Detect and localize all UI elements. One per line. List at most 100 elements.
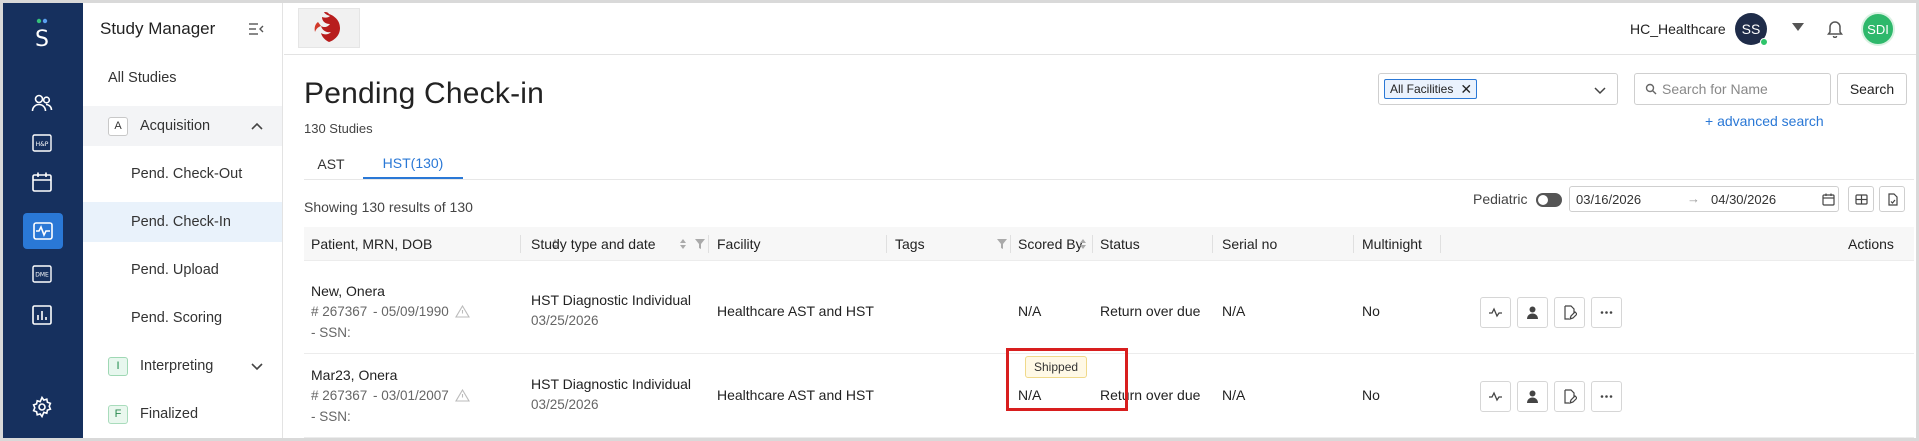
column-settings-button[interactable] (1848, 186, 1874, 212)
acquisition-badge: A (108, 116, 128, 136)
patient-name[interactable]: Mar23, Onera (311, 367, 397, 383)
patient-action-button[interactable] (1517, 381, 1548, 412)
col-actions: Actions (1848, 236, 1894, 252)
col-multinight[interactable]: Multinight (1362, 227, 1422, 261)
column-divider (1353, 235, 1354, 253)
pediatric-toggle[interactable] (1536, 193, 1562, 207)
tabs-divider (304, 179, 1914, 180)
waveform-action-button[interactable] (1480, 381, 1511, 412)
col-patient[interactable]: Patient, MRN, DOB (311, 227, 432, 261)
waveform-icon (1489, 391, 1502, 402)
nav-section-interpreting[interactable]: I Interpreting (83, 346, 282, 386)
calendar-icon[interactable] (1822, 193, 1835, 206)
study-date: 03/25/2026 (531, 397, 599, 412)
icon-rail: S H&P DME (3, 3, 83, 438)
nav-pend-scoring[interactable]: Pend. Scoring (83, 298, 282, 338)
table-row[interactable]: New, Onera # 267367 - 05/09/1990 - SSN: … (304, 271, 1914, 354)
dme-icon[interactable]: DME (27, 259, 57, 289)
table-header: Patient, MRN, DOB Study type and date Fa… (304, 227, 1914, 261)
highlight-annotation (1006, 348, 1128, 411)
tab-ast[interactable]: AST (305, 149, 357, 179)
serial-no: N/A (1222, 303, 1246, 319)
nav-title: Study Manager (100, 19, 216, 38)
advanced-search-link[interactable]: + advanced search (1705, 113, 1824, 129)
app-logo-letter: S (35, 27, 49, 50)
edit-document-button[interactable] (1554, 297, 1585, 328)
export-button[interactable] (1879, 186, 1905, 212)
column-divider (1092, 235, 1093, 253)
chevron-up-icon (251, 122, 263, 130)
more-icon (1600, 311, 1613, 314)
patient-ssn: - SSN: (311, 409, 351, 424)
close-icon[interactable]: ✕ (1460, 81, 1472, 98)
waveform-icon (1489, 307, 1502, 318)
finalized-label: Finalized (140, 406, 199, 422)
warning-icon (455, 389, 470, 402)
more-actions-button[interactable] (1591, 381, 1622, 412)
sort-icon[interactable] (679, 238, 687, 250)
column-divider (1010, 235, 1011, 253)
online-status-dot (1760, 38, 1768, 46)
sort-icon[interactable] (1079, 238, 1087, 250)
reports-icon[interactable] (27, 300, 57, 330)
interpreting-badge: I (108, 356, 128, 376)
col-tags[interactable]: Tags (895, 227, 925, 261)
facility: Healthcare AST and HST (717, 303, 874, 319)
export-file-icon (1887, 192, 1898, 206)
bell-icon[interactable] (1826, 18, 1844, 38)
patient-name[interactable]: New, Onera (311, 283, 385, 299)
col-study-type[interactable]: Study type and date (531, 227, 656, 261)
col-serial[interactable]: Serial no (1222, 227, 1277, 261)
study-type: HST Diagnostic Individual (531, 292, 692, 308)
app-logo-icon[interactable]: S (27, 18, 57, 50)
col-scored-by[interactable]: Scored By (1018, 227, 1083, 261)
edit-document-button[interactable] (1554, 381, 1585, 412)
nav-pend-check-in[interactable]: Pend. Check-In (83, 202, 282, 242)
patient-action-button[interactable] (1517, 297, 1548, 328)
facility-select[interactable]: All Facilities ✕ (1378, 73, 1618, 105)
col-status[interactable]: Status (1100, 227, 1140, 261)
search-input[interactable] (1662, 81, 1822, 97)
waveform-action-button[interactable] (1480, 297, 1511, 328)
account-avatar[interactable]: SDI (1861, 12, 1895, 46)
edit-document-icon (1564, 305, 1577, 320)
study-type: HST Diagnostic Individual (531, 376, 692, 392)
date-range-picker[interactable]: 03/16/2026 → 04/30/2026 (1569, 186, 1839, 212)
person-icon (1527, 390, 1538, 403)
more-actions-button[interactable] (1591, 297, 1622, 328)
dme-icon-label: DME (35, 272, 49, 279)
studies-icon[interactable] (23, 213, 63, 249)
chevron-down-icon[interactable] (1593, 84, 1607, 96)
scored-by: N/A (1018, 303, 1042, 319)
facility: Healthcare AST and HST (717, 387, 874, 403)
date-from[interactable]: 03/16/2026 (1576, 192, 1641, 207)
filter-icon[interactable] (997, 239, 1007, 249)
date-to[interactable]: 04/30/2026 (1711, 192, 1776, 207)
nav-section-finalized[interactable]: F Finalized (83, 394, 282, 434)
multinight: No (1362, 303, 1380, 319)
more-icon (1600, 395, 1613, 398)
col-facility[interactable]: Facility (717, 227, 761, 261)
serial-no: N/A (1222, 387, 1246, 403)
status: Return over due (1100, 303, 1201, 319)
tab-hst[interactable]: HST(130) (363, 149, 463, 179)
nav-pend-upload[interactable]: Pend. Upload (83, 250, 282, 290)
nav-pend-check-out[interactable]: Pend. Check-Out (83, 154, 282, 194)
users-icon[interactable] (27, 88, 57, 118)
calendar-icon[interactable] (27, 167, 57, 197)
patient-mrn: # 267367 (311, 304, 368, 319)
chevron-down-icon (251, 363, 263, 371)
phoenix-logo-icon (314, 12, 340, 42)
search-button[interactable]: Search (1837, 73, 1907, 105)
nav-all-studies[interactable]: All Studies (83, 58, 282, 98)
filter-icon[interactable] (695, 239, 705, 249)
collapse-nav-icon[interactable] (247, 21, 265, 37)
caret-down-icon[interactable] (1791, 22, 1805, 32)
org-logo (298, 8, 360, 48)
study-date: 03/25/2026 (531, 313, 599, 328)
search-field[interactable] (1634, 73, 1831, 105)
settings-icon[interactable] (27, 392, 57, 422)
nav-section-acquisition[interactable]: A Acquisition (83, 106, 282, 146)
facility-chip-label: All Facilities (1390, 82, 1454, 96)
hp-icon[interactable]: H&P (27, 128, 57, 158)
